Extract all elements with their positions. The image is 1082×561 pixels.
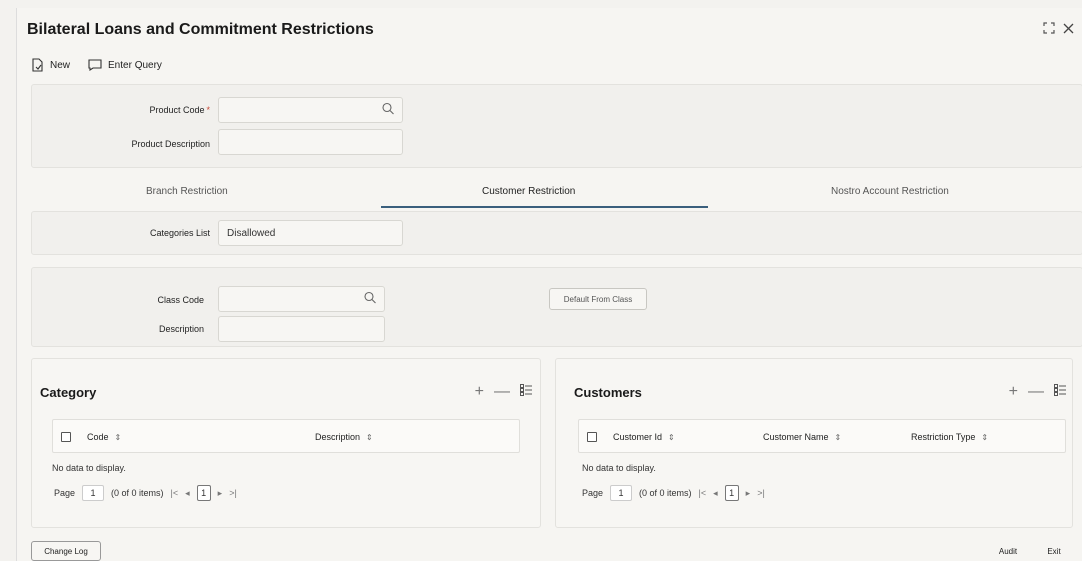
class-description-input[interactable]: [218, 316, 385, 342]
exit-button[interactable]: Exit: [1037, 541, 1071, 561]
categories-list-label: Categories List: [149, 228, 210, 238]
minus-icon[interactable]: —: [1028, 384, 1044, 400]
restriction-tabs: Branch Restriction Customer Restriction …: [31, 178, 1082, 208]
column-list-icon[interactable]: [1054, 384, 1066, 400]
tab-customer-restriction[interactable]: Customer Restriction: [482, 186, 575, 197]
category-grid-header: Code ⇕ Description ⇕: [52, 419, 520, 453]
plus-icon[interactable]: +: [1009, 384, 1018, 400]
sort-icon[interactable]: ⇕: [115, 433, 122, 442]
select-all-checkbox[interactable]: [61, 432, 71, 442]
next-page-icon[interactable]: ▸: [218, 488, 223, 499]
new-document-icon: [31, 58, 44, 72]
tab-nostro-account-restriction[interactable]: Nostro Account Restriction: [831, 186, 949, 197]
customers-select-all[interactable]: [587, 432, 597, 442]
prev-page-icon[interactable]: ◂: [713, 488, 718, 499]
customers-no-data: No data to display.: [582, 463, 656, 473]
product-code-input[interactable]: [218, 97, 403, 123]
enter-query-button[interactable]: Enter Query: [88, 59, 162, 71]
customers-title: Customers: [574, 385, 642, 400]
select-all-checkbox[interactable]: [587, 432, 597, 442]
active-tab-indicator: [381, 206, 708, 208]
required-marker: *: [206, 105, 210, 115]
customers-grid-header: Customer Id ⇕ Customer Name ⇕ Restriction …: [578, 419, 1066, 453]
first-page-icon[interactable]: |<: [171, 488, 179, 498]
default-from-class-button[interactable]: Default From Class: [549, 288, 647, 310]
customers-card: Customers + — Customer Id ⇕ Customer Name…: [555, 358, 1073, 528]
page-title: Bilateral Loans and Commitment Restricti…: [27, 21, 374, 38]
product-code-label: Product Code *: [149, 105, 210, 115]
category-pager: Page 1 (0 of 0 items) |< ◂ 1 ▸ >|: [54, 485, 237, 501]
sort-icon[interactable]: ⇕: [835, 433, 842, 442]
customers-pager: Page 1 (0 of 0 items) |< ◂ 1 ▸ >|: [582, 485, 765, 501]
class-code-input[interactable]: [218, 286, 385, 312]
page-input[interactable]: 1: [82, 485, 105, 501]
change-log-button[interactable]: Change Log: [31, 541, 101, 561]
footer: Change Log Audit Exit: [17, 537, 1082, 561]
current-page[interactable]: 1: [196, 485, 211, 501]
column-code[interactable]: Code ⇕: [87, 432, 121, 442]
minus-icon[interactable]: —: [494, 384, 510, 400]
class-description-label: Description: [158, 324, 204, 334]
class-code-label: Class Code: [157, 295, 204, 305]
product-panel: Product Code * Product Description: [31, 84, 1082, 168]
last-page-icon[interactable]: >|: [229, 488, 237, 498]
new-button[interactable]: New: [31, 58, 70, 72]
tab-branch-restriction[interactable]: Branch Restriction: [146, 186, 228, 197]
window-controls: [1043, 22, 1074, 37]
toolbar: New Enter Query: [31, 58, 162, 72]
sort-icon[interactable]: ⇕: [366, 433, 373, 442]
main-window: Bilateral Loans and Commitment Restricti…: [16, 8, 1082, 561]
category-no-data: No data to display.: [52, 463, 126, 473]
category-actions: + —: [475, 384, 532, 400]
plus-icon[interactable]: +: [475, 384, 484, 400]
column-customer-name[interactable]: Customer Name ⇕: [763, 432, 841, 442]
class-panel: Class Code Default From Class Descriptio…: [31, 267, 1082, 347]
category-title: Category: [40, 385, 97, 400]
category-card: Category + — Code ⇕ Description ⇕ No data …: [31, 358, 541, 528]
last-page-icon[interactable]: >|: [757, 488, 765, 498]
sort-icon[interactable]: ⇕: [668, 433, 675, 442]
query-icon: [88, 59, 102, 71]
search-icon[interactable]: [382, 102, 394, 118]
column-restriction-type[interactable]: Restriction Type ⇕: [911, 432, 988, 442]
column-list-icon[interactable]: [520, 384, 532, 400]
categories-list-panel: Categories List Disallowed: [31, 211, 1082, 255]
column-description[interactable]: Description ⇕: [315, 432, 373, 442]
current-page[interactable]: 1: [724, 485, 739, 501]
categories-list-select[interactable]: Disallowed: [218, 220, 403, 246]
first-page-icon[interactable]: |<: [699, 488, 707, 498]
close-icon[interactable]: [1063, 22, 1074, 37]
search-icon[interactable]: [364, 291, 376, 307]
sort-icon[interactable]: ⇕: [981, 433, 988, 442]
maximize-icon[interactable]: [1043, 22, 1055, 37]
category-select-all[interactable]: [61, 432, 71, 442]
new-label: New: [50, 59, 71, 71]
column-customer-id[interactable]: Customer Id ⇕: [613, 432, 675, 442]
page-items-count: (0 of 0 items): [639, 488, 692, 498]
page-items-count: (0 of 0 items): [111, 488, 164, 498]
audit-button[interactable]: Audit: [989, 541, 1027, 561]
enter-query-label: Enter Query: [108, 59, 162, 71]
product-description-input[interactable]: [218, 129, 403, 155]
customers-actions: + —: [1009, 384, 1066, 400]
page-label: Page: [54, 488, 76, 498]
prev-page-icon[interactable]: ◂: [185, 488, 190, 499]
next-page-icon[interactable]: ▸: [746, 488, 751, 499]
page-input[interactable]: 1: [610, 485, 633, 501]
product-description-label: Product Description: [131, 139, 210, 149]
page-label: Page: [582, 488, 604, 498]
